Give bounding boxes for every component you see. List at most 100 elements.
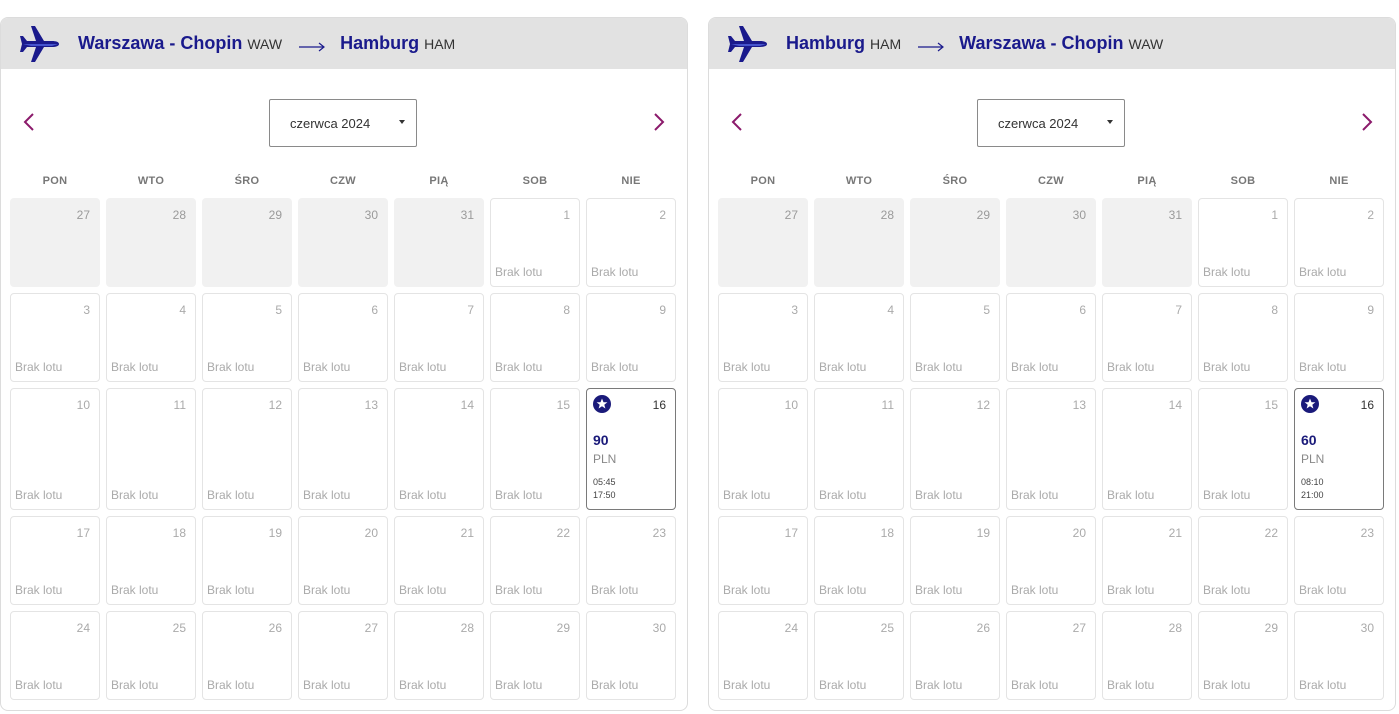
previous-month-button[interactable] [19, 112, 39, 135]
weekday-label: NIE [1329, 175, 1349, 187]
calendar-day: 6 Brak lotu [298, 293, 388, 382]
calendar-day-available[interactable]: 16 90 PLN 05:45 17:50 [586, 388, 676, 510]
calendar-day: 12 Brak lotu [910, 388, 1000, 510]
calendar-day: 3 Brak lotu [10, 293, 100, 382]
caret-down-icon [1107, 120, 1113, 124]
weekday-label: PON [42, 175, 68, 187]
calendar-day: 2 Brak lotu [586, 198, 676, 287]
no-flight-label: Brak lotu [1011, 583, 1059, 597]
no-flight-label: Brak lotu [495, 488, 543, 502]
calendar-day: 19 Brak lotu [202, 516, 292, 605]
calendar-day: 17 Brak lotu [718, 516, 808, 605]
day-number: 6 [371, 303, 378, 317]
day-number: 29 [1264, 621, 1278, 635]
next-month-button[interactable] [649, 112, 669, 137]
no-flight-label: Brak lotu [1299, 678, 1347, 692]
calendar-day: 24 Brak lotu [10, 611, 100, 700]
calendar-day: 15 Brak lotu [490, 388, 580, 510]
calendar-day: 25 Brak lotu [106, 611, 196, 700]
weekday-label: WTO [845, 175, 873, 187]
calendar-day-outside: 28 [814, 198, 904, 287]
no-flight-label: Brak lotu [1203, 678, 1251, 692]
no-flight-label: Brak lotu [819, 488, 867, 502]
airplane-icon [725, 22, 769, 66]
calendar-day: 8 Brak lotu [490, 293, 580, 382]
day-number: 20 [1072, 526, 1086, 540]
destination-code: WAW [1128, 35, 1164, 52]
no-flight-label: Brak lotu [207, 583, 255, 597]
no-flight-label: Brak lotu [111, 360, 159, 374]
calendar-day: 6 Brak lotu [1006, 293, 1096, 382]
day-number: 13 [364, 398, 378, 412]
route-header: Hamburg HAM Warszawa - Chopin WAW [709, 18, 1395, 69]
day-number: 21 [460, 526, 474, 540]
calendar-day: 23 Brak lotu [586, 516, 676, 605]
departure-time: 08:10 [1301, 477, 1324, 487]
no-flight-label: Brak lotu [495, 583, 543, 597]
no-flight-label: Brak lotu [1107, 360, 1155, 374]
day-number: 4 [887, 303, 894, 317]
day-number: 7 [1175, 303, 1182, 317]
no-flight-label: Brak lotu [591, 583, 639, 597]
calendar-day: 18 Brak lotu [106, 516, 196, 605]
calendar-day-outside: 31 [394, 198, 484, 287]
calendar-day: 11 Brak lotu [814, 388, 904, 510]
calendar-day: 25 Brak lotu [814, 611, 904, 700]
day-number: 27 [1072, 621, 1086, 635]
calendar-day: 9 Brak lotu [586, 293, 676, 382]
calendar-day-available[interactable]: 16 60 PLN 08:10 21:00 [1294, 388, 1384, 510]
day-number: 2 [659, 208, 666, 222]
calendar-day: 1 Brak lotu [490, 198, 580, 287]
route-header: Warszawa - Chopin WAW Hamburg HAM [1, 18, 687, 69]
no-flight-label: Brak lotu [303, 488, 351, 502]
calendar-day: 1 Brak lotu [1198, 198, 1288, 287]
no-flight-label: Brak lotu [723, 583, 771, 597]
flight-currency: PLN [593, 452, 617, 466]
destination-city: Warszawa - Chopin [959, 33, 1124, 53]
day-number: 29 [556, 621, 570, 635]
day-number: 26 [268, 621, 282, 635]
calendar-day: 19 Brak lotu [910, 516, 1000, 605]
no-flight-label: Brak lotu [1203, 360, 1251, 374]
no-flight-label: Brak lotu [495, 360, 543, 374]
day-number: 10 [76, 398, 90, 412]
day-number: 27 [784, 208, 798, 222]
calendar-day: 18 Brak lotu [814, 516, 904, 605]
calendar-day: 26 Brak lotu [910, 611, 1000, 700]
chevron-left-icon [731, 112, 743, 137]
return-time: 17:50 [593, 490, 616, 500]
no-flight-label: Brak lotu [1107, 488, 1155, 502]
no-flight-label: Brak lotu [207, 360, 255, 374]
next-month-button[interactable] [1357, 112, 1377, 135]
day-number: 9 [659, 303, 666, 317]
return-time: 21:00 [1301, 490, 1324, 500]
day-number: 11 [173, 398, 186, 412]
no-flight-label: Brak lotu [1299, 265, 1347, 279]
calendar-day-outside: 29 [910, 198, 1000, 287]
day-number: 14 [1168, 398, 1182, 412]
previous-month-button[interactable] [727, 112, 747, 137]
airplane-icon [17, 22, 61, 66]
calendar-day: 2 Brak lotu [1294, 198, 1384, 287]
day-number: 2 [1367, 208, 1374, 222]
calendar-day-outside: 29 [202, 198, 292, 287]
month-select[interactable]: czerwca 2024 [977, 99, 1125, 147]
destination-city: Hamburg [340, 33, 420, 53]
no-flight-label: Brak lotu [303, 678, 351, 692]
calendar-day: 5 Brak lotu [202, 293, 292, 382]
calendar-panel-0: Warszawa - Chopin WAW Hamburg HAM czerwca 20… [0, 17, 688, 711]
day-number: 28 [172, 208, 186, 222]
no-flight-label: Brak lotu [819, 678, 867, 692]
calendar-day: 27 Brak lotu [298, 611, 388, 700]
calendar-day: 30 Brak lotu [586, 611, 676, 700]
no-flight-label: Brak lotu [399, 583, 447, 597]
month-select[interactable]: czerwca 2024 [269, 99, 417, 147]
day-number: 17 [76, 526, 90, 540]
caret-down-icon [399, 120, 405, 124]
chevron-right-icon [653, 112, 665, 137]
month-select-value: czerwca 2024 [290, 115, 371, 131]
day-number: 15 [556, 398, 570, 412]
no-flight-label: Brak lotu [723, 488, 771, 502]
month-navigation: czerwca 2024 [1, 99, 687, 179]
calendar-day: 8 Brak lotu [1198, 293, 1288, 382]
